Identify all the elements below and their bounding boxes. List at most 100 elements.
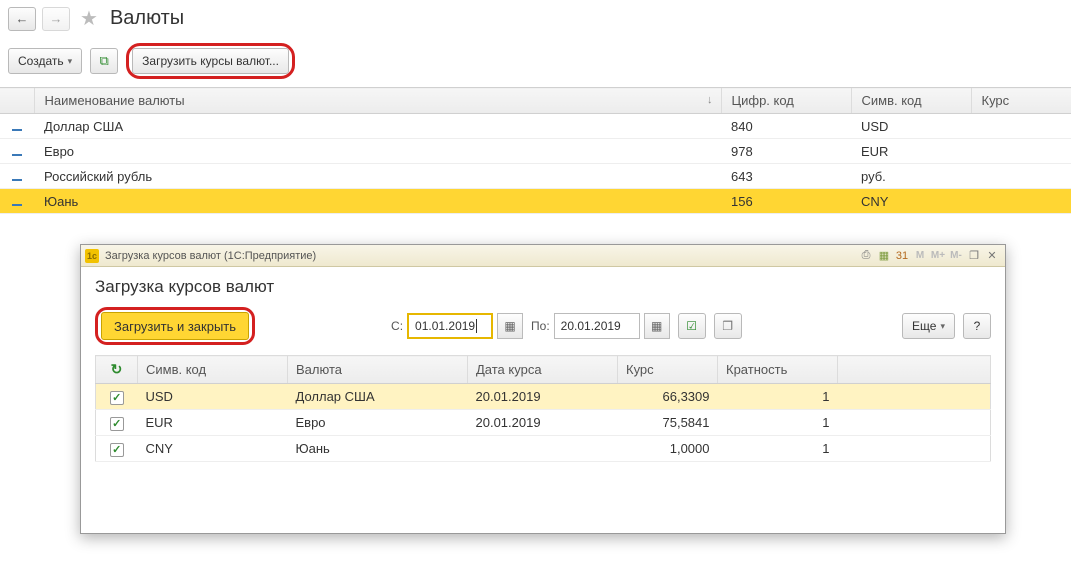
table-row[interactable]: ✓USDДоллар США20.01.201966,33091	[96, 384, 991, 410]
cell-name: Юань	[34, 189, 721, 214]
row-marker	[0, 189, 34, 214]
dropdown-caret-icon: ▾	[940, 321, 945, 332]
dialog-heading: Загрузка курсов валют	[95, 277, 991, 297]
nav-bar: ← → ★ Валюты	[0, 0, 1071, 37]
table-header-row: Наименование валюты↓ Цифр. код Симв. код…	[0, 88, 1071, 114]
cell-rate	[971, 139, 1071, 164]
cell-date	[468, 436, 618, 462]
m-plus-icon[interactable]: M+	[929, 248, 947, 264]
cell-sym: EUR	[851, 139, 971, 164]
restore-icon[interactable]: ❐	[965, 248, 983, 264]
col-check[interactable]: ↻	[96, 356, 138, 384]
download-rates-dialog: 1c Загрузка курсов валют (1С:Предприятие…	[80, 244, 1006, 534]
uncheck-all-button[interactable]: ❐	[714, 313, 742, 339]
col-rate[interactable]: Курс	[618, 356, 718, 384]
dialog-titlebar[interactable]: 1c Загрузка курсов валют (1С:Предприятие…	[81, 245, 1005, 267]
cell-name: Евро	[34, 139, 721, 164]
copy-button[interactable]: ⧉	[90, 48, 118, 74]
page-title: Валюты	[110, 7, 184, 30]
forward-button[interactable]: →	[42, 7, 70, 31]
cell-check[interactable]: ✓	[96, 384, 138, 410]
row-marker	[0, 114, 34, 139]
cell-name: Российский рубль	[34, 164, 721, 189]
cell-date: 20.01.2019	[468, 384, 618, 410]
refresh-icon[interactable]: ↻	[111, 361, 123, 377]
cell-rate	[971, 189, 1071, 214]
cell-num: 978	[721, 139, 851, 164]
col-date[interactable]: Дата курса	[468, 356, 618, 384]
create-button[interactable]: Создать ▾	[8, 48, 82, 74]
cell-rate: 75,5841	[618, 410, 718, 436]
date-to-calendar-icon[interactable]: ▦	[644, 313, 670, 339]
m-icon[interactable]: M	[911, 248, 929, 264]
date-to-group: По: 20.01.2019 ▦	[531, 313, 670, 339]
col-rate[interactable]: Курс	[971, 88, 1071, 114]
cell-sym: руб.	[851, 164, 971, 189]
dropdown-caret-icon: ▾	[68, 56, 73, 67]
row-marker	[0, 164, 34, 189]
col-mult[interactable]: Кратность	[718, 356, 838, 384]
col-marker[interactable]	[0, 88, 34, 114]
date-to-input[interactable]: 20.01.2019	[554, 313, 640, 339]
cell-num: 156	[721, 189, 851, 214]
rates-table: ↻ Симв. код Валюта Дата курса Курс Кратн…	[95, 355, 991, 462]
highlight-ring-submit: Загрузить и закрыть	[95, 307, 255, 345]
app-logo-icon: 1c	[85, 249, 99, 263]
checkbox-icon[interactable]: ✓	[110, 391, 124, 405]
print-icon[interactable]: ⎙	[857, 248, 875, 264]
sort-asc-icon: ↓	[707, 94, 713, 106]
cell-mult: 1	[718, 410, 838, 436]
favorite-star-icon[interactable]: ★	[80, 6, 98, 31]
col-num-code[interactable]: Цифр. код	[721, 88, 851, 114]
cell-check[interactable]: ✓	[96, 410, 138, 436]
create-button-label: Создать	[18, 54, 64, 68]
download-rates-button[interactable]: Загрузить курсы валют...	[132, 48, 289, 74]
table-row[interactable]: ✓ EURЕвро20.01.201975,58411	[96, 410, 991, 436]
cell-check[interactable]: ✓	[96, 436, 138, 462]
highlight-ring: Загрузить курсы валют...	[126, 43, 295, 79]
col-empty	[838, 356, 991, 384]
col-sym-code[interactable]: Симв. код	[851, 88, 971, 114]
help-button[interactable]: ?	[963, 313, 991, 339]
cell-sym: CNY	[851, 189, 971, 214]
table-row[interactable]: Российский рубль643руб.	[0, 164, 1071, 189]
table-row[interactable]: Евро978EUR	[0, 139, 1071, 164]
date-from-input[interactable]: 01.01.2019	[407, 313, 493, 339]
cell-empty	[838, 436, 991, 462]
cell-sym: CNY	[138, 436, 288, 462]
date-to-label: По:	[531, 319, 550, 333]
col-currency[interactable]: Валюта	[288, 356, 468, 384]
cell-rate: 66,3309	[618, 384, 718, 410]
more-button[interactable]: Еще▾	[902, 313, 955, 339]
row-marker	[0, 139, 34, 164]
col-name[interactable]: Наименование валюты↓	[34, 88, 721, 114]
cell-sym: USD	[138, 384, 288, 410]
cell-rate: 1,0000	[618, 436, 718, 462]
col-sym[interactable]: Симв. код	[138, 356, 288, 384]
check-all-button[interactable]: ☑	[678, 313, 706, 339]
close-icon[interactable]: ✕	[983, 248, 1001, 264]
back-button[interactable]: ←	[8, 7, 36, 31]
cell-num: 840	[721, 114, 851, 139]
cell-sym: USD	[851, 114, 971, 139]
checkbox-icon[interactable]: ✓	[110, 417, 124, 431]
table-row[interactable]: ✓CNYЮань1,00001	[96, 436, 991, 462]
table-row[interactable]: Доллар США840USD	[0, 114, 1071, 139]
calculator-icon[interactable]: ▦	[875, 248, 893, 264]
table-row[interactable]: Юань156CNY	[0, 189, 1071, 214]
dialog-title: Загрузка курсов валют (1С:Предприятие)	[105, 250, 316, 262]
calendar-icon[interactable]: 31	[893, 248, 911, 264]
cell-currency: Евро	[288, 410, 468, 436]
date-from-calendar-icon[interactable]: ▦	[497, 313, 523, 339]
cell-sym: EUR	[138, 410, 288, 436]
cell-rate	[971, 164, 1071, 189]
cell-empty	[838, 410, 991, 436]
cell-currency: Доллар США	[288, 384, 468, 410]
cell-num: 643	[721, 164, 851, 189]
download-and-close-button[interactable]: Загрузить и закрыть	[101, 312, 249, 340]
rates-header-row: ↻ Симв. код Валюта Дата курса Курс Кратн…	[96, 356, 991, 384]
m-minus-icon[interactable]: M-	[947, 248, 965, 264]
cell-date: 20.01.2019	[468, 410, 618, 436]
cell-currency: Юань	[288, 436, 468, 462]
checkbox-icon[interactable]: ✓	[110, 443, 124, 457]
